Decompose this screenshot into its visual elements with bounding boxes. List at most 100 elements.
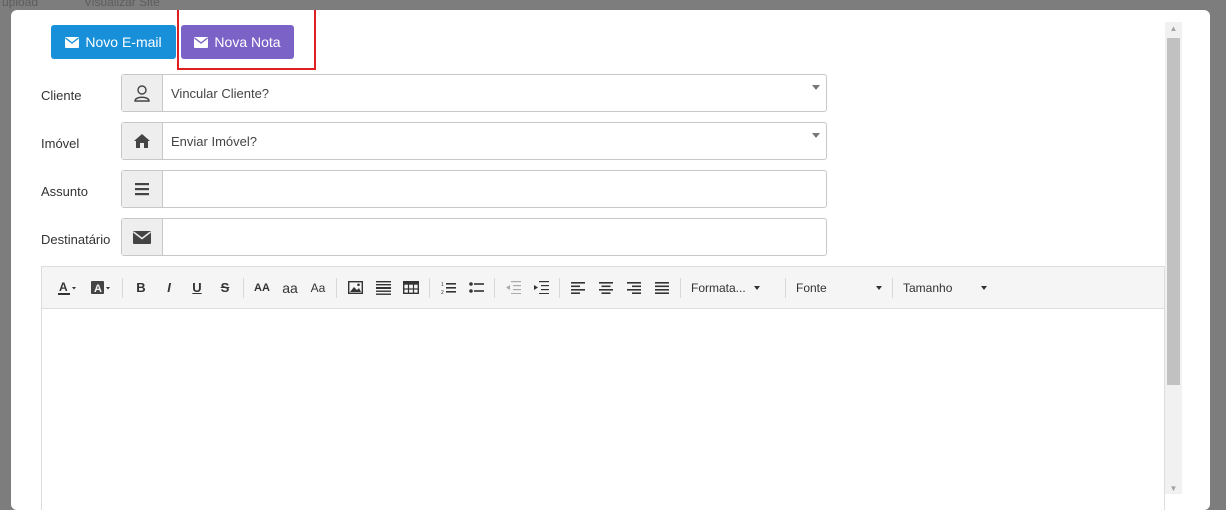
- cliente-addon: [122, 75, 163, 111]
- background-color-button[interactable]: A: [84, 275, 118, 301]
- cliente-label: Cliente: [41, 88, 82, 103]
- backdrop-text-left: upload: [2, 0, 39, 9]
- outdent-button[interactable]: [499, 275, 527, 301]
- imovel-label: Imóvel: [41, 136, 80, 151]
- font-dropdown-label: Fonte: [796, 280, 827, 295]
- chevron-down-icon: [876, 285, 882, 290]
- toolbar-divider: [892, 277, 893, 298]
- new-note-button[interactable]: Nova Nota: [181, 25, 294, 59]
- assunto-input[interactable]: [163, 171, 826, 207]
- modal-scrollbar[interactable]: ▲ ▼: [1165, 22, 1182, 494]
- new-email-label: Novo E-mail: [85, 34, 162, 50]
- outdent-icon: [505, 281, 521, 294]
- capitalize-icon: Aa: [310, 280, 326, 295]
- destinatario-label: Destinatário: [41, 232, 111, 247]
- scroll-up-icon[interactable]: ▲: [1165, 22, 1182, 36]
- strikethrough-button[interactable]: S: [211, 275, 239, 301]
- envelope-icon: [133, 230, 151, 244]
- insert-table-button[interactable]: [397, 275, 425, 301]
- chevron-down-icon: [981, 285, 987, 290]
- underline-button[interactable]: U: [183, 275, 211, 301]
- envelope-icon: [65, 36, 80, 48]
- align-center-button[interactable]: [592, 275, 620, 301]
- font-color-icon: A: [58, 280, 76, 295]
- lowercase-button[interactable]: aa: [276, 275, 304, 301]
- rich-text-editor: A A B I U S AA aa Aa 1 2 Formata... Font…: [41, 266, 1165, 510]
- bold-button[interactable]: B: [127, 275, 155, 301]
- svg-text:2: 2: [441, 290, 444, 295]
- toolbar-divider: [429, 277, 430, 298]
- assunto-addon: [122, 171, 163, 207]
- align-right-button[interactable]: [620, 275, 648, 301]
- destinatario-input[interactable]: [163, 219, 826, 255]
- list-icon: [135, 183, 149, 196]
- editor-content-area[interactable]: [42, 309, 1164, 509]
- modal-dialog: Novo E-mail Nova Nota Cliente Vincular C…: [11, 10, 1210, 510]
- font-dropdown[interactable]: Fonte: [790, 275, 888, 301]
- user-icon: [134, 84, 150, 102]
- imovel-field[interactable]: Enviar Imóvel?: [163, 123, 826, 159]
- scroll-thumb[interactable]: [1167, 38, 1180, 385]
- align-justify-icon: [655, 281, 669, 294]
- destinatario-addon: [122, 219, 163, 255]
- imovel-value: Enviar Imóvel?: [171, 133, 257, 149]
- toolbar-divider: [336, 277, 337, 298]
- new-note-label: Nova Nota: [214, 34, 281, 50]
- capitalize-button[interactable]: Aa: [304, 275, 332, 301]
- background-color-icon: A: [91, 280, 110, 295]
- font-color-button[interactable]: A: [50, 275, 84, 301]
- ordered-list-icon: 1 2: [441, 282, 456, 295]
- indent-button[interactable]: [527, 275, 555, 301]
- underline-icon: U: [192, 280, 202, 295]
- toolbar-divider: [680, 277, 681, 298]
- bullet-list-icon: [468, 282, 484, 293]
- unordered-list-button[interactable]: [462, 275, 490, 301]
- editor-toolbar: A A B I U S AA aa Aa 1 2 Formata... Font…: [42, 267, 1164, 309]
- toolbar-divider: [243, 277, 244, 298]
- size-dropdown-label: Tamanho: [903, 280, 953, 295]
- assunto-input-group: [121, 170, 827, 208]
- bold-icon: B: [136, 280, 146, 295]
- imovel-select[interactable]: Enviar Imóvel?: [121, 122, 827, 160]
- assunto-label: Assunto: [41, 184, 88, 199]
- toolbar-divider: [122, 277, 123, 298]
- chevron-down-icon[interactable]: [812, 85, 820, 90]
- align-center-icon: [599, 281, 613, 294]
- cliente-select[interactable]: Vincular Cliente?: [121, 74, 827, 112]
- size-dropdown[interactable]: Tamanho: [897, 275, 993, 301]
- uppercase-button[interactable]: AA: [248, 275, 276, 301]
- cliente-value: Vincular Cliente?: [171, 85, 270, 101]
- italic-button[interactable]: I: [155, 275, 183, 301]
- align-right-icon: [627, 281, 641, 294]
- table-icon: [403, 281, 419, 294]
- chevron-down-icon[interactable]: [812, 133, 820, 138]
- toolbar-divider: [559, 277, 560, 298]
- envelope-icon: [194, 36, 209, 48]
- new-email-button[interactable]: Novo E-mail: [51, 25, 176, 59]
- indent-icon: [533, 281, 549, 294]
- svg-text:A: A: [94, 283, 102, 295]
- home-icon: [134, 134, 150, 148]
- format-dropdown-label: Formata...: [691, 280, 746, 295]
- uppercase-icon: AA: [254, 281, 270, 294]
- svg-text:1: 1: [441, 282, 444, 288]
- horizontal-rule-icon: [375, 281, 391, 295]
- italic-icon: I: [167, 280, 171, 295]
- svg-text:A: A: [59, 280, 68, 294]
- image-icon: [347, 281, 363, 294]
- cliente-field[interactable]: Vincular Cliente?: [163, 75, 826, 111]
- toolbar-divider: [785, 277, 786, 298]
- align-justify-button[interactable]: [648, 275, 676, 301]
- lowercase-icon: aa: [282, 279, 298, 296]
- chevron-down-icon: [753, 285, 760, 290]
- backdrop-text-mid: Visualizar Site: [84, 0, 160, 9]
- ordered-list-button[interactable]: 1 2: [434, 275, 462, 301]
- destinatario-input-group: [121, 218, 827, 256]
- imovel-addon: [122, 123, 163, 159]
- toolbar-divider: [494, 277, 495, 298]
- format-dropdown[interactable]: Formata...: [685, 275, 781, 301]
- insert-image-button[interactable]: [341, 275, 369, 301]
- horizontal-rule-button[interactable]: [369, 275, 397, 301]
- align-left-button[interactable]: [564, 275, 592, 301]
- align-left-icon: [571, 281, 585, 294]
